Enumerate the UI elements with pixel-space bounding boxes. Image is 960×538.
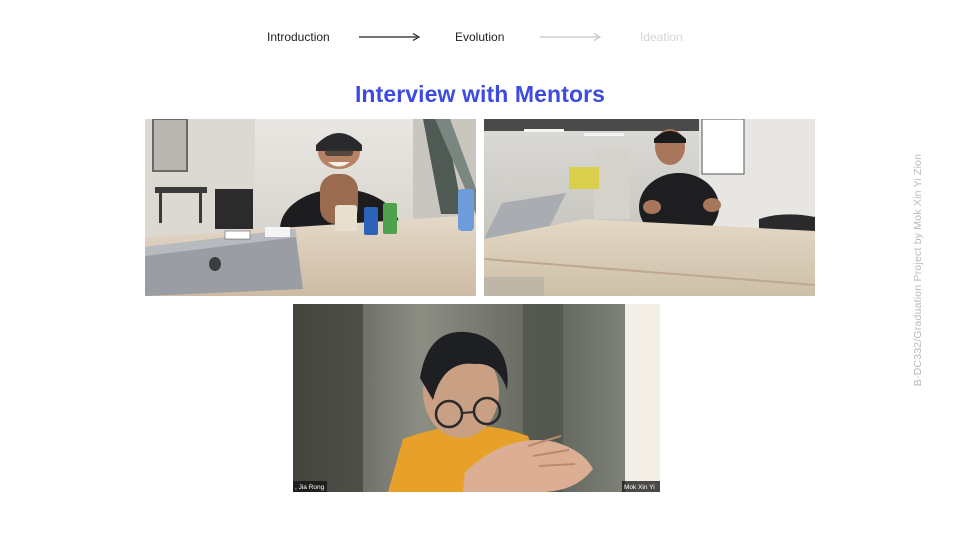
credit-text: B-DC332/Graduation Project by Mok Xin Yi… xyxy=(912,153,924,387)
step-introduction[interactable]: Introduction xyxy=(267,30,330,44)
photo-mentor-cap xyxy=(145,119,476,296)
arrow-right-icon xyxy=(359,32,421,42)
step-evolution[interactable]: Evolution xyxy=(455,30,504,44)
participant-name-right: Mok Xin Yi xyxy=(624,484,655,491)
arrow-right-icon xyxy=(540,32,602,42)
step-ideation[interactable]: Ideation xyxy=(640,30,683,44)
photo-mentor-gesturing xyxy=(484,119,815,296)
participant-name-left: , Jia Rong xyxy=(295,484,325,491)
photo-video-call: , Jia Rong Mok Xin Yi xyxy=(293,304,660,492)
page-title: Interview with Mentors xyxy=(354,81,606,107)
